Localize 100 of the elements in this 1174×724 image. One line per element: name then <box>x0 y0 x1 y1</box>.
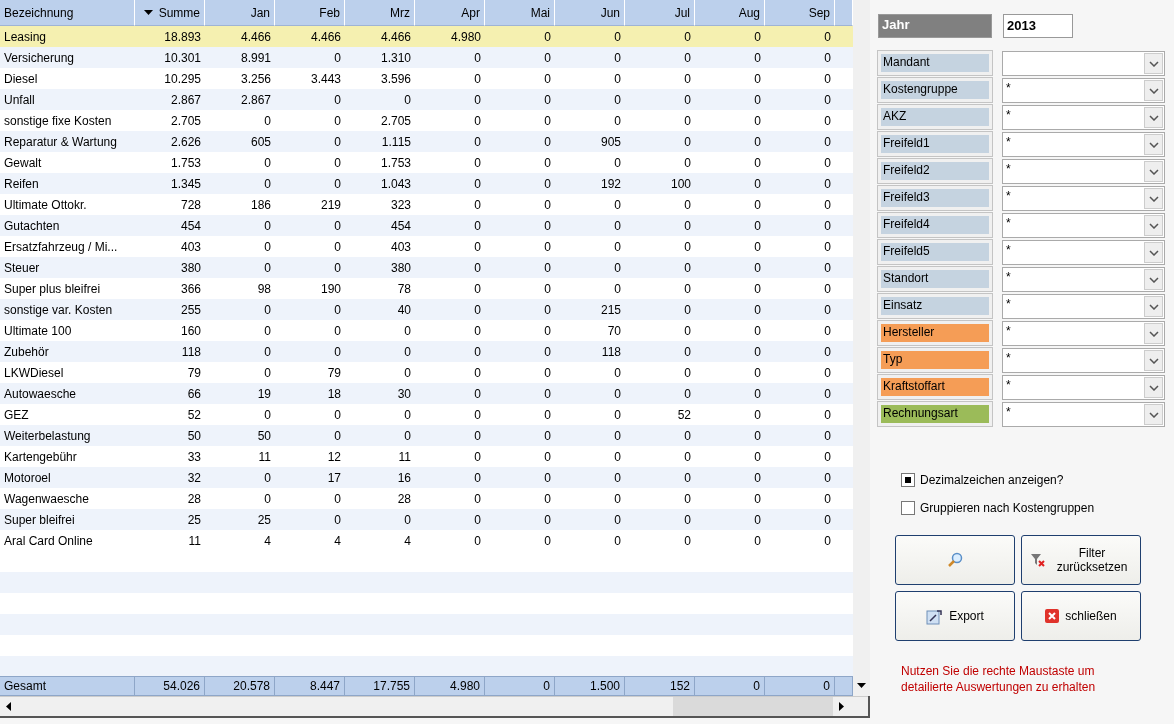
table-cell-text: 0 <box>753 280 762 298</box>
table-cell-text: 0 <box>753 133 762 151</box>
table-cell-text: 0 <box>613 259 622 277</box>
table-cell-text: 0 <box>263 259 272 277</box>
column-header[interactable]: Mrz <box>345 0 415 26</box>
table-cell-text: 0 <box>263 217 272 235</box>
checkbox[interactable] <box>901 473 915 487</box>
column-header[interactable] <box>835 0 853 26</box>
table-cell-text: 0 <box>333 133 342 151</box>
table-cell-text: 0 <box>613 28 622 46</box>
chevron-down-icon <box>1148 60 1159 67</box>
table-row[interactable]: Reparatur & Wartung 2.626 605 0 1.115 0 0 905 0 0 0 <box>0 131 853 152</box>
filter-remove-icon <box>1030 552 1046 568</box>
total-cell: 0 <box>765 676 835 696</box>
table-row[interactable]: sonstige var. Kosten 255 0 0 40 0 0 215 0 0 0 <box>0 299 853 320</box>
chevron-down-icon <box>1148 303 1159 310</box>
table-row[interactable]: Zubehör 118 0 0 0 0 0 118 0 0 0 <box>0 341 853 362</box>
column-header[interactable]: Jan <box>205 0 275 26</box>
table-row[interactable]: Weiterbelastung 50 50 0 0 0 0 0 0 0 0 <box>0 425 853 446</box>
table-cell-text: 0 <box>683 154 692 172</box>
table-row[interactable]: Autowaesche 66 19 18 30 0 0 0 0 0 0 <box>0 383 853 404</box>
year-input[interactable]: 2013 <box>1003 14 1073 38</box>
table-row[interactable]: Versicherung 10.301 8.991 0 1.310 0 0 0 0 0 0 <box>0 47 853 68</box>
table-cell-text: 25 <box>256 511 272 529</box>
table-cell-text: 0 <box>543 70 552 88</box>
filter-dropdown[interactable]: * <box>1002 294 1165 319</box>
left-arrow-icon <box>4 702 13 711</box>
right-arrow-icon <box>837 702 846 711</box>
table-cell-text: 0 <box>613 70 622 88</box>
column-header[interactable]: Summe <box>135 0 205 26</box>
table-cell-text: 0 <box>823 28 832 46</box>
filter-dropdown[interactable]: * <box>1002 132 1165 157</box>
column-header[interactable]: Aug <box>695 0 765 26</box>
table-cell-text: 0 <box>333 112 342 130</box>
year-label: Jahr <box>878 14 992 38</box>
table-cell-text: Leasing <box>3 28 48 46</box>
filter-dropdown[interactable]: * <box>1002 321 1165 346</box>
table-cell-text: 0 <box>753 532 762 550</box>
table-cell-text: 0 <box>683 49 692 67</box>
table-cell-text: Gewalt <box>3 154 43 172</box>
filter-reset-button[interactable]: Filter zurücksetzen <box>1021 535 1141 585</box>
table-cell-text: 0 <box>333 259 342 277</box>
filter-dropdown[interactable] <box>1002 51 1165 76</box>
table-cell-text: 118 <box>600 343 622 361</box>
table-cell-text: 0 <box>613 154 622 172</box>
filter-dropdown[interactable]: * <box>1002 267 1165 292</box>
table-cell-text: 0 <box>473 406 482 424</box>
table-cell-text: 605 <box>249 133 272 151</box>
table-cell-text: 4.466 <box>239 28 272 46</box>
column-header[interactable]: Sep <box>765 0 835 26</box>
table-row[interactable]: Steuer 380 0 0 380 0 0 0 0 0 0 <box>0 257 853 278</box>
column-header[interactable]: Jun <box>555 0 625 26</box>
table-cell-text: 0 <box>823 511 832 529</box>
table-row[interactable]: Super bleifrei 25 25 0 0 0 0 0 0 0 0 <box>0 509 853 530</box>
checkbox[interactable] <box>901 501 915 515</box>
table-cell-text: 0 <box>543 154 552 172</box>
filter-dropdown[interactable]: * <box>1002 105 1165 130</box>
filter-dropdown[interactable]: * <box>1002 213 1165 238</box>
filter-dropdown[interactable]: * <box>1002 159 1165 184</box>
table-cell-text: 0 <box>683 364 692 382</box>
filter-dropdown[interactable]: * <box>1002 186 1165 211</box>
table-cell-text: 1.345 <box>169 175 202 193</box>
table-row[interactable]: Leasing 18.893 4.466 4.466 4.466 4.980 0 0 0 0 0 <box>0 26 853 47</box>
column-header[interactable]: Bezeichnung <box>0 0 135 26</box>
export-button[interactable]: Export <box>895 591 1015 641</box>
table-cell-text: 4 <box>263 532 272 550</box>
table-cell-text: 0 <box>683 70 692 88</box>
table-cell-text: 0 <box>683 490 692 508</box>
table-cell-text: 4 <box>403 532 412 550</box>
table-cell-text: 0 <box>823 385 832 403</box>
table-row[interactable]: Unfall 2.867 2.867 0 0 0 0 0 0 0 0 <box>0 89 853 110</box>
table-row[interactable]: Motoroel 32 0 17 16 0 0 0 0 0 0 <box>0 467 853 488</box>
filter-dropdown[interactable]: * <box>1002 348 1165 373</box>
table-row[interactable]: Gutachten 454 0 0 454 0 0 0 0 0 0 <box>0 215 853 236</box>
filter-dropdown[interactable]: * <box>1002 78 1165 103</box>
search-button[interactable] <box>895 535 1015 585</box>
table-cell-text: 0 <box>333 490 342 508</box>
table-row[interactable]: Reifen 1.345 0 0 1.043 0 0 192 100 0 0 <box>0 173 853 194</box>
table-cell-text: 366 <box>179 280 202 298</box>
table-cell-text: 0 <box>263 469 272 487</box>
total-cell: 20.578 <box>205 676 275 696</box>
horizontal-scrollbar[interactable] <box>0 696 868 716</box>
column-header[interactable]: Feb <box>275 0 345 26</box>
column-header[interactable]: Jul <box>625 0 695 26</box>
table-cell-text: 0 <box>543 175 552 193</box>
close-button[interactable]: schließen <box>1021 591 1141 641</box>
total-cell: 0 <box>485 676 555 696</box>
table-cell-text: 0 <box>683 343 692 361</box>
table-cell-text: 4.466 <box>309 28 342 46</box>
table-cell-text: 0 <box>543 364 552 382</box>
column-header[interactable]: Mai <box>485 0 555 26</box>
filter-dropdown[interactable]: * <box>1002 375 1165 400</box>
filter-label: Einsatz <box>878 294 992 318</box>
column-header[interactable]: Apr <box>415 0 485 26</box>
table-cell-text: 0 <box>613 406 622 424</box>
filter-dropdown[interactable]: * <box>1002 402 1165 427</box>
filter-dropdown[interactable]: * <box>1002 240 1165 265</box>
table-cell-text: 0 <box>753 259 762 277</box>
table-cell-text: 28 <box>186 490 202 508</box>
chevron-down-icon <box>1148 168 1159 175</box>
